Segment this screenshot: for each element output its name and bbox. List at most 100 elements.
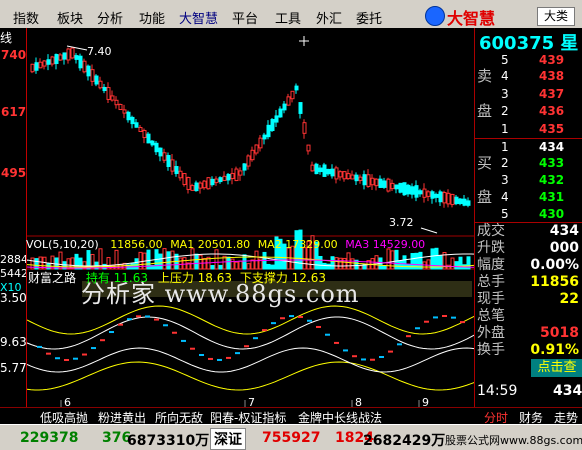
vol-prefix: VOL(5,10,20) — [26, 238, 99, 251]
candle-body — [442, 192, 447, 204]
candle-body — [78, 55, 83, 69]
candle-body — [354, 174, 359, 182]
volume-bar — [426, 259, 431, 270]
candle-body — [278, 108, 283, 118]
ask-level: 4 — [501, 69, 509, 83]
candle-body — [98, 80, 103, 89]
candle-body — [214, 178, 219, 184]
candle-body — [34, 62, 39, 71]
menu-item-sector[interactable]: 板块 — [57, 8, 83, 27]
candle-body — [462, 198, 467, 206]
top-toolbar: 指数 板块 分析 功能 大智慧 平台 工具 外汇 委托 大智慧 大类 — [0, 0, 582, 28]
month-label: 9 — [422, 396, 429, 407]
candle-body — [346, 173, 351, 180]
volume-bar — [318, 255, 323, 270]
volume-bar — [250, 259, 255, 270]
ask-level: 1 — [501, 122, 509, 136]
menu-item-dzh[interactable]: 大智慧 — [179, 8, 218, 27]
candle-body — [362, 174, 367, 186]
vol-ma2: MA2 17329.00 — [257, 238, 338, 251]
ask-row: 3 437 — [477, 86, 581, 102]
candle-body — [454, 196, 459, 205]
candle-body — [318, 167, 323, 173]
candle-body — [58, 54, 63, 61]
menu-item-tools[interactable]: 工具 — [275, 8, 301, 27]
status-bar: 229378 376 6873310万 深证 755927 1824 26824… — [0, 424, 582, 450]
menu-item-index[interactable]: 指数 — [13, 8, 39, 27]
candle-body — [234, 168, 239, 182]
stat-row: 幅度 0.00% — [477, 257, 581, 274]
candle-body — [386, 178, 391, 192]
watermark: 分析家 www.88gs.com — [81, 280, 360, 308]
candle-body — [238, 170, 243, 176]
ask-side-label: 卖 — [477, 67, 493, 85]
candle-body — [394, 184, 399, 190]
vol-ma3: MA3 14529.00 — [345, 238, 426, 251]
volume-bar — [226, 256, 231, 270]
bid-price: 431 — [539, 190, 565, 204]
market-select[interactable]: 大类 — [537, 7, 575, 26]
candle-body — [358, 176, 363, 181]
sz-index-value: 755927 — [262, 430, 321, 446]
candle-body — [378, 178, 383, 188]
candle-body — [30, 63, 35, 73]
indicator-tick: 3.50 — [0, 291, 27, 305]
bid-level: 2 — [501, 156, 509, 170]
tick-time: 14:59 — [477, 383, 518, 399]
menu-item-trade[interactable]: 委托 — [356, 8, 382, 27]
bid-level: 5 — [501, 207, 509, 221]
candle-body — [222, 175, 227, 181]
candle-body — [286, 96, 291, 106]
candle-body — [110, 95, 115, 101]
candle-body — [458, 198, 463, 205]
candle-body — [210, 178, 215, 186]
candle-body — [70, 47, 75, 59]
candle-body — [434, 193, 439, 198]
menu-item-platform[interactable]: 平台 — [232, 8, 258, 27]
indicator-tick: 5.77 — [0, 361, 27, 375]
tick-detail-button[interactable]: 点击查 — [531, 359, 582, 377]
volume-bar — [50, 255, 55, 270]
volume-bar — [182, 257, 187, 270]
candle-body — [170, 159, 175, 172]
menu-item-analysis[interactable]: 分析 — [97, 8, 123, 27]
market-index-select[interactable]: 深证 — [210, 428, 246, 450]
candle-body — [50, 56, 55, 65]
volume-bar — [254, 250, 259, 270]
volume-bar — [450, 257, 455, 270]
menu-item-function[interactable]: 功能 — [139, 8, 165, 27]
indicator-pressure-line — [27, 305, 475, 335]
kline-svg[interactable]: 6 7 8 9 7.40 3.72 — [27, 28, 475, 407]
candle-body — [122, 109, 127, 114]
candle-body — [374, 178, 379, 187]
volume-bar — [342, 257, 347, 270]
menu-item-forex[interactable]: 外汇 — [316, 8, 342, 27]
stat-row: 换手 0.91% — [477, 342, 581, 359]
bid-price: 432 — [539, 173, 565, 187]
candle-body — [142, 129, 147, 139]
candle-body — [202, 180, 207, 189]
indicator-tick: 9.63 — [0, 335, 27, 349]
bid-row: 盘 4 431 — [477, 189, 581, 205]
candle-body — [198, 182, 203, 189]
candle-body — [42, 60, 47, 67]
stat-row: 成交 434 — [477, 223, 581, 240]
stat-label: 外盘 — [477, 325, 505, 341]
stat-row: 现手 22 — [477, 291, 581, 308]
volume-bar — [234, 261, 239, 270]
stat-value: 5018 — [540, 325, 579, 341]
candle-body — [322, 164, 327, 177]
ask-level: 3 — [501, 87, 509, 101]
kline-chart[interactable]: 6 7 8 9 7.40 3.72 — [26, 28, 476, 407]
candle-body — [242, 163, 247, 171]
stat-label: 升跌 — [477, 240, 505, 256]
month-label: 8 — [355, 396, 362, 407]
tick-price: 434 — [553, 383, 582, 399]
candle-body — [422, 188, 427, 198]
candle-body — [74, 55, 79, 60]
candle-body — [270, 119, 275, 131]
candle-body — [342, 171, 347, 180]
candle-body — [82, 60, 87, 73]
candle-body — [302, 122, 307, 134]
candle-body — [338, 171, 343, 178]
